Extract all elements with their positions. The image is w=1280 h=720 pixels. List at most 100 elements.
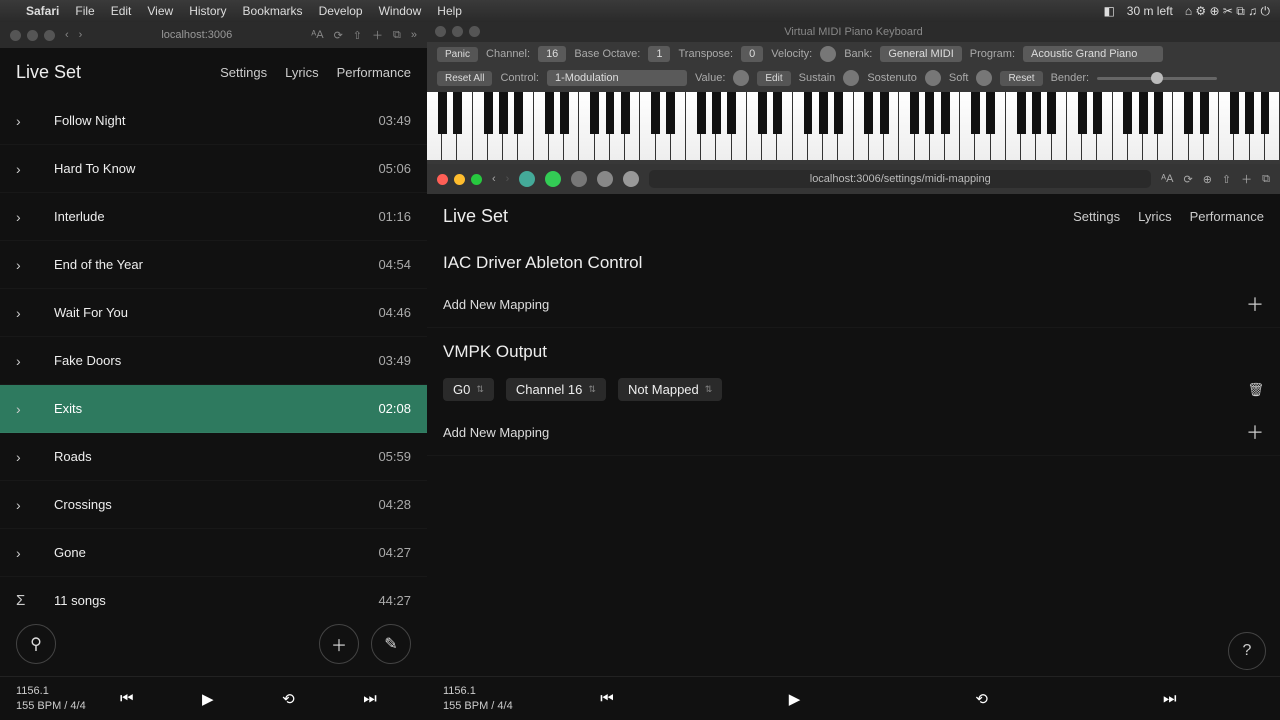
edit-button-vmpk[interactable]: Edit bbox=[757, 71, 790, 86]
nav-lyrics[interactable]: Lyrics bbox=[285, 65, 318, 80]
loop-icon[interactable]: ⟲ bbox=[975, 690, 988, 708]
nav-settings[interactable]: Settings bbox=[1073, 209, 1120, 224]
note-select[interactable]: G0⇅ bbox=[443, 378, 494, 401]
menu-view[interactable]: View bbox=[147, 4, 173, 18]
add-mapping-vmpk[interactable]: Add New Mapping ＋ bbox=[427, 409, 1280, 456]
channel-label: Channel: bbox=[486, 48, 530, 60]
song-row[interactable]: ›Crossings04:28 bbox=[0, 481, 427, 529]
play-icon[interactable]: ▶ bbox=[789, 690, 801, 708]
battery-text: 30 m left bbox=[1127, 4, 1173, 18]
reader-icon[interactable]: ᴬA bbox=[1161, 173, 1173, 185]
play-icon[interactable]: ▶ bbox=[202, 690, 214, 708]
sostenuto-knob[interactable] bbox=[925, 70, 941, 86]
song-name: Crossings bbox=[36, 497, 378, 512]
next-icon[interactable]: ⏭ bbox=[363, 690, 377, 707]
bender-slider[interactable] bbox=[1097, 77, 1217, 80]
nav-lyrics[interactable]: Lyrics bbox=[1138, 209, 1171, 224]
song-row[interactable]: ›Interlude01:16 bbox=[0, 193, 427, 241]
new-tab-icon[interactable]: ＋ bbox=[372, 27, 383, 43]
ext-icon-2[interactable] bbox=[545, 171, 561, 187]
next-icon[interactable]: ⏭ bbox=[1163, 690, 1177, 707]
song-row[interactable]: ›Wait For You04:46 bbox=[0, 289, 427, 337]
song-row[interactable]: ›Fake Doors03:49 bbox=[0, 337, 427, 385]
address-bar[interactable]: localhost:3006/settings/midi-mapping bbox=[649, 170, 1151, 188]
song-name: Gone bbox=[36, 545, 378, 560]
live-set-app-right: Live Set Settings Lyrics Performance IAC… bbox=[427, 194, 1280, 720]
share-icon[interactable]: ⇧ bbox=[353, 29, 362, 42]
share-icon[interactable]: ⇧ bbox=[1222, 173, 1231, 186]
nav-performance[interactable]: Performance bbox=[1190, 209, 1264, 224]
action-select[interactable]: Not Mapped⇅ bbox=[618, 378, 722, 401]
value-knob[interactable] bbox=[733, 70, 749, 86]
ext-icon-5[interactable] bbox=[623, 171, 639, 187]
forward-icon[interactable]: › bbox=[506, 173, 510, 185]
tabs-icon[interactable]: ⧉ bbox=[1262, 173, 1270, 186]
overflow-icon[interactable]: » bbox=[411, 29, 417, 41]
download-icon[interactable]: ⊕ bbox=[1203, 173, 1212, 186]
lock-button[interactable]: ⚲ bbox=[16, 624, 56, 664]
reset-button[interactable]: Reset bbox=[1000, 71, 1042, 86]
reader-icon[interactable]: ᴬA bbox=[311, 29, 323, 41]
battery-icon[interactable]: ◧ bbox=[1103, 4, 1114, 18]
song-row[interactable]: ›Follow Night03:49 bbox=[0, 97, 427, 145]
soft-knob[interactable] bbox=[976, 70, 992, 86]
reload-icon[interactable]: ⟳ bbox=[1183, 173, 1192, 186]
song-row[interactable]: ›Gone04:27 bbox=[0, 529, 427, 577]
reset-all-button[interactable]: Reset All bbox=[437, 71, 492, 86]
nav-performance[interactable]: Performance bbox=[337, 65, 411, 80]
channel-select[interactable]: 16 bbox=[538, 46, 566, 62]
trash-icon[interactable]: 🗑 bbox=[1247, 382, 1264, 398]
back-icon[interactable]: ‹ bbox=[492, 173, 496, 185]
ext-icon-1[interactable] bbox=[519, 171, 535, 187]
menu-history[interactable]: History bbox=[189, 4, 226, 18]
menu-window[interactable]: Window bbox=[379, 4, 422, 18]
ext-icon-4[interactable] bbox=[597, 171, 613, 187]
address-bar[interactable]: localhost:3006 bbox=[92, 29, 301, 41]
add-mapping-iac[interactable]: Add New Mapping ＋ bbox=[427, 281, 1280, 328]
edit-button[interactable]: ✎ bbox=[371, 624, 411, 664]
bank-select[interactable]: General MIDI bbox=[880, 46, 961, 62]
status-icons[interactable]: ⌂ ⚙ ⊕ ✂ ⧉ ♫ ⏻ bbox=[1185, 4, 1270, 19]
vmpk-title-text: Virtual MIDI Piano Keyboard bbox=[784, 26, 923, 38]
value-label: Value: bbox=[695, 72, 725, 84]
prev-icon[interactable]: ⏮ bbox=[600, 690, 614, 707]
app-name[interactable]: Safari bbox=[26, 4, 59, 18]
base-octave-select[interactable]: 1 bbox=[648, 46, 670, 62]
tabs-icon[interactable]: ⧉ bbox=[393, 29, 401, 42]
back-icon[interactable]: ‹ bbox=[65, 29, 69, 41]
channel-select[interactable]: Channel 16⇅ bbox=[506, 378, 606, 401]
song-row[interactable]: ›Roads05:59 bbox=[0, 433, 427, 481]
add-button[interactable]: ＋ bbox=[319, 624, 359, 664]
panic-button[interactable]: Panic bbox=[437, 47, 478, 62]
menu-file[interactable]: File bbox=[75, 4, 94, 18]
forward-icon[interactable]: › bbox=[79, 29, 83, 41]
menu-develop[interactable]: Develop bbox=[319, 4, 363, 18]
sustain-knob[interactable] bbox=[843, 70, 859, 86]
song-list: ›Follow Night03:49›Hard To Know05:06›Int… bbox=[0, 97, 427, 612]
traffic-lights[interactable] bbox=[437, 174, 482, 185]
song-name: Interlude bbox=[36, 209, 378, 224]
new-tab-icon[interactable]: ＋ bbox=[1241, 171, 1252, 187]
menu-bookmarks[interactable]: Bookmarks bbox=[243, 4, 303, 18]
chevron-right-icon: › bbox=[16, 353, 36, 369]
traffic-lights[interactable] bbox=[10, 30, 55, 41]
piano-keyboard[interactable] bbox=[427, 92, 1280, 160]
ext-icon-3[interactable] bbox=[571, 171, 587, 187]
song-row[interactable]: ›End of the Year04:54 bbox=[0, 241, 427, 289]
vmpk-titlebar[interactable]: Virtual MIDI Piano Keyboard bbox=[427, 22, 1280, 42]
song-row[interactable]: ›Hard To Know05:06 bbox=[0, 145, 427, 193]
help-button[interactable]: ? bbox=[1228, 632, 1266, 670]
transpose-select[interactable]: 0 bbox=[741, 46, 763, 62]
reload-icon[interactable]: ⟳ bbox=[334, 29, 343, 42]
song-row[interactable]: ›Exits02:08 bbox=[0, 385, 427, 433]
menu-help[interactable]: Help bbox=[437, 4, 462, 18]
nav-settings[interactable]: Settings bbox=[220, 65, 267, 80]
menu-edit[interactable]: Edit bbox=[111, 4, 132, 18]
control-select[interactable]: 1-Modulation bbox=[547, 70, 687, 86]
prev-icon[interactable]: ⏮ bbox=[120, 690, 134, 707]
loop-icon[interactable]: ⟲ bbox=[282, 690, 295, 708]
program-select[interactable]: Acoustic Grand Piano bbox=[1023, 46, 1163, 62]
velocity-knob[interactable] bbox=[820, 46, 836, 62]
plus-icon: ＋ bbox=[1246, 419, 1264, 445]
song-name: End of the Year bbox=[36, 257, 378, 272]
